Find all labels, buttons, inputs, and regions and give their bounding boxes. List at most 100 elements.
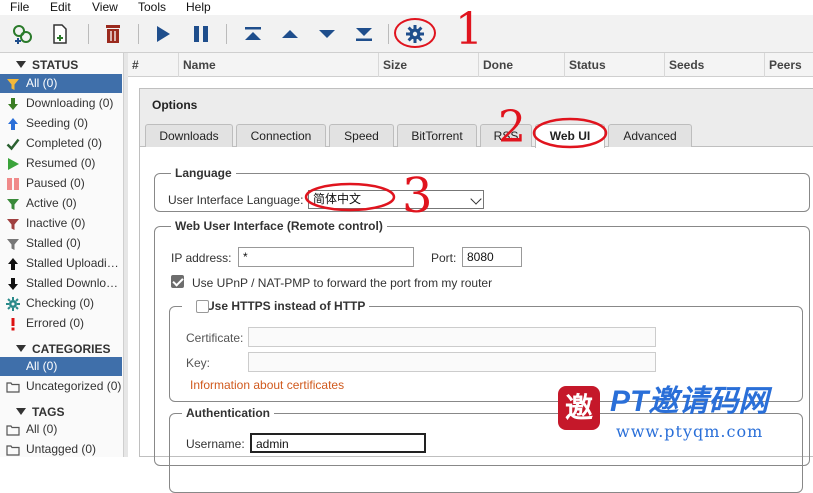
- ip-address-label: IP address:: [171, 251, 232, 265]
- status-item[interactable]: Inactive (0): [0, 214, 122, 233]
- status-item-label: Paused (0): [26, 176, 85, 190]
- status-item-label: Downloading (0): [26, 96, 114, 110]
- torrent-table-header: # Name Size Done Status Seeds Peers: [128, 53, 813, 77]
- upload-arrow-icon: [8, 118, 18, 130]
- ip-address-input[interactable]: *: [238, 247, 414, 267]
- username-input[interactable]: admin: [250, 433, 426, 453]
- tag-item-all[interactable]: All (0): [0, 420, 122, 439]
- authentication-legend: Authentication: [182, 405, 274, 421]
- tab-rss[interactable]: RSS: [480, 124, 532, 147]
- menu-tools[interactable]: Tools: [138, 0, 166, 14]
- tag-label: Untagged (0): [26, 442, 97, 456]
- pause-icon[interactable]: [188, 21, 214, 47]
- certificate-input[interactable]: [248, 327, 656, 347]
- https-legend: Use HTTPS instead of HTTP: [182, 298, 370, 314]
- ui-language-select[interactable]: 简体中文: [308, 190, 484, 209]
- menu-view[interactable]: View: [92, 0, 118, 14]
- status-item-label: Inactive (0): [26, 216, 86, 230]
- status-item[interactable]: Completed (0): [0, 134, 122, 153]
- tab-connection[interactable]: Connection: [236, 124, 326, 147]
- column-header-seeds[interactable]: Seeds: [664, 53, 764, 77]
- options-title-bar[interactable]: Options: [140, 89, 813, 121]
- status-item-label: Stalled (0): [26, 236, 81, 250]
- status-item[interactable]: Resumed (0): [0, 154, 122, 173]
- status-item[interactable]: Checking (0): [0, 294, 122, 313]
- status-item-label: Completed (0): [26, 136, 103, 150]
- delete-icon[interactable]: [100, 21, 126, 47]
- status-item[interactable]: Paused (0): [0, 174, 122, 193]
- tab-speed[interactable]: Speed: [329, 124, 394, 147]
- options-title: Options: [152, 98, 198, 112]
- certificate-info-link[interactable]: Information about certificates: [190, 377, 344, 393]
- sidebar-resize-handle[interactable]: [124, 53, 128, 457]
- menu-edit[interactable]: Edit: [50, 0, 71, 14]
- status-item[interactable]: Stalled Uploadi…: [0, 254, 122, 273]
- tag-item-untagged[interactable]: Untagged (0): [0, 440, 122, 457]
- collapse-triangle-icon: [16, 345, 26, 352]
- folder-icon: [6, 445, 20, 456]
- folder-icon: [6, 425, 20, 436]
- upnp-label: Use UPnP / NAT-PMP to forward the port f…: [192, 276, 493, 290]
- filter-icon: [7, 239, 19, 250]
- watermark: 邀 PT邀请码网 www.ptyqm.com: [556, 384, 813, 444]
- bottom-priority-icon[interactable]: [351, 21, 377, 47]
- column-header-peers[interactable]: Peers: [764, 53, 813, 77]
- port-input[interactable]: 8080: [462, 247, 522, 267]
- watermark-url: www.ptyqm.com: [616, 422, 764, 441]
- torrent-list: [128, 78, 813, 88]
- sidebar: STATUS All (0) Downloading (0) Seeding (0)…: [0, 53, 124, 457]
- status-section-header[interactable]: STATUS: [0, 57, 123, 73]
- category-item-all[interactable]: All (0): [0, 357, 122, 376]
- status-item-label: Resumed (0): [26, 156, 96, 170]
- column-header-size[interactable]: Size: [378, 53, 478, 77]
- categories-title: CATEGORIES: [32, 342, 111, 356]
- status-item[interactable]: Downloading (0): [0, 94, 122, 113]
- filter-icon: [7, 219, 19, 230]
- column-header-status[interactable]: Status: [564, 53, 664, 77]
- key-input[interactable]: [248, 352, 656, 372]
- tab-bittorrent[interactable]: BitTorrent: [397, 124, 477, 147]
- pause-icon: [7, 178, 19, 190]
- filter-icon: [7, 79, 19, 90]
- decrease-priority-icon[interactable]: [314, 21, 340, 47]
- webui-legend: Web User Interface (Remote control): [171, 218, 387, 234]
- upnp-checkbox[interactable]: [171, 275, 184, 288]
- column-header-name[interactable]: Name: [178, 53, 378, 77]
- tags-section-header[interactable]: TAGS: [0, 404, 123, 420]
- tab-downloads[interactable]: Downloads: [145, 124, 233, 147]
- tab-advanced[interactable]: Advanced: [608, 124, 692, 147]
- status-item-label: All (0): [26, 76, 58, 90]
- add-torrent-link-icon[interactable]: [10, 21, 36, 47]
- menu-file[interactable]: File: [10, 0, 29, 14]
- top-priority-icon[interactable]: [240, 21, 266, 47]
- add-torrent-file-icon[interactable]: [47, 21, 73, 47]
- category-label: All (0): [26, 359, 58, 373]
- category-item-uncategorized[interactable]: Uncategorized (0): [0, 377, 122, 396]
- status-item[interactable]: Active (0): [0, 194, 122, 213]
- status-item[interactable]: Stalled (0): [0, 234, 122, 253]
- column-header-done[interactable]: Done: [478, 53, 564, 77]
- menu-help[interactable]: Help: [186, 0, 211, 14]
- category-label: Uncategorized (0): [26, 379, 122, 393]
- ui-language-value: 简体中文: [313, 192, 362, 206]
- tab-web-ui[interactable]: Web UI: [535, 124, 605, 148]
- tag-label: All (0): [26, 422, 58, 436]
- toolbar-separator: [226, 24, 227, 44]
- status-item[interactable]: Errored (0): [0, 314, 122, 333]
- toolbar-separator: [388, 24, 389, 44]
- resume-icon[interactable]: [150, 21, 176, 47]
- https-checkbox[interactable]: [196, 300, 209, 313]
- increase-priority-icon[interactable]: [277, 21, 303, 47]
- certificate-label: Certificate:: [186, 331, 244, 345]
- username-label: Username:: [186, 437, 245, 451]
- options-tabs: Downloads Connection Speed BitTorrent RS…: [140, 121, 813, 148]
- status-item[interactable]: Seeding (0): [0, 114, 122, 133]
- status-item[interactable]: All (0): [0, 74, 122, 93]
- status-item[interactable]: Stalled Downlo…: [0, 274, 122, 293]
- column-header-number[interactable]: #: [128, 53, 178, 77]
- filter-icon: [7, 199, 19, 210]
- folder-icon: [6, 382, 20, 393]
- down-arrow-icon: [8, 278, 18, 290]
- exclamation-icon: [11, 318, 15, 331]
- categories-section-header[interactable]: CATEGORIES: [0, 341, 123, 357]
